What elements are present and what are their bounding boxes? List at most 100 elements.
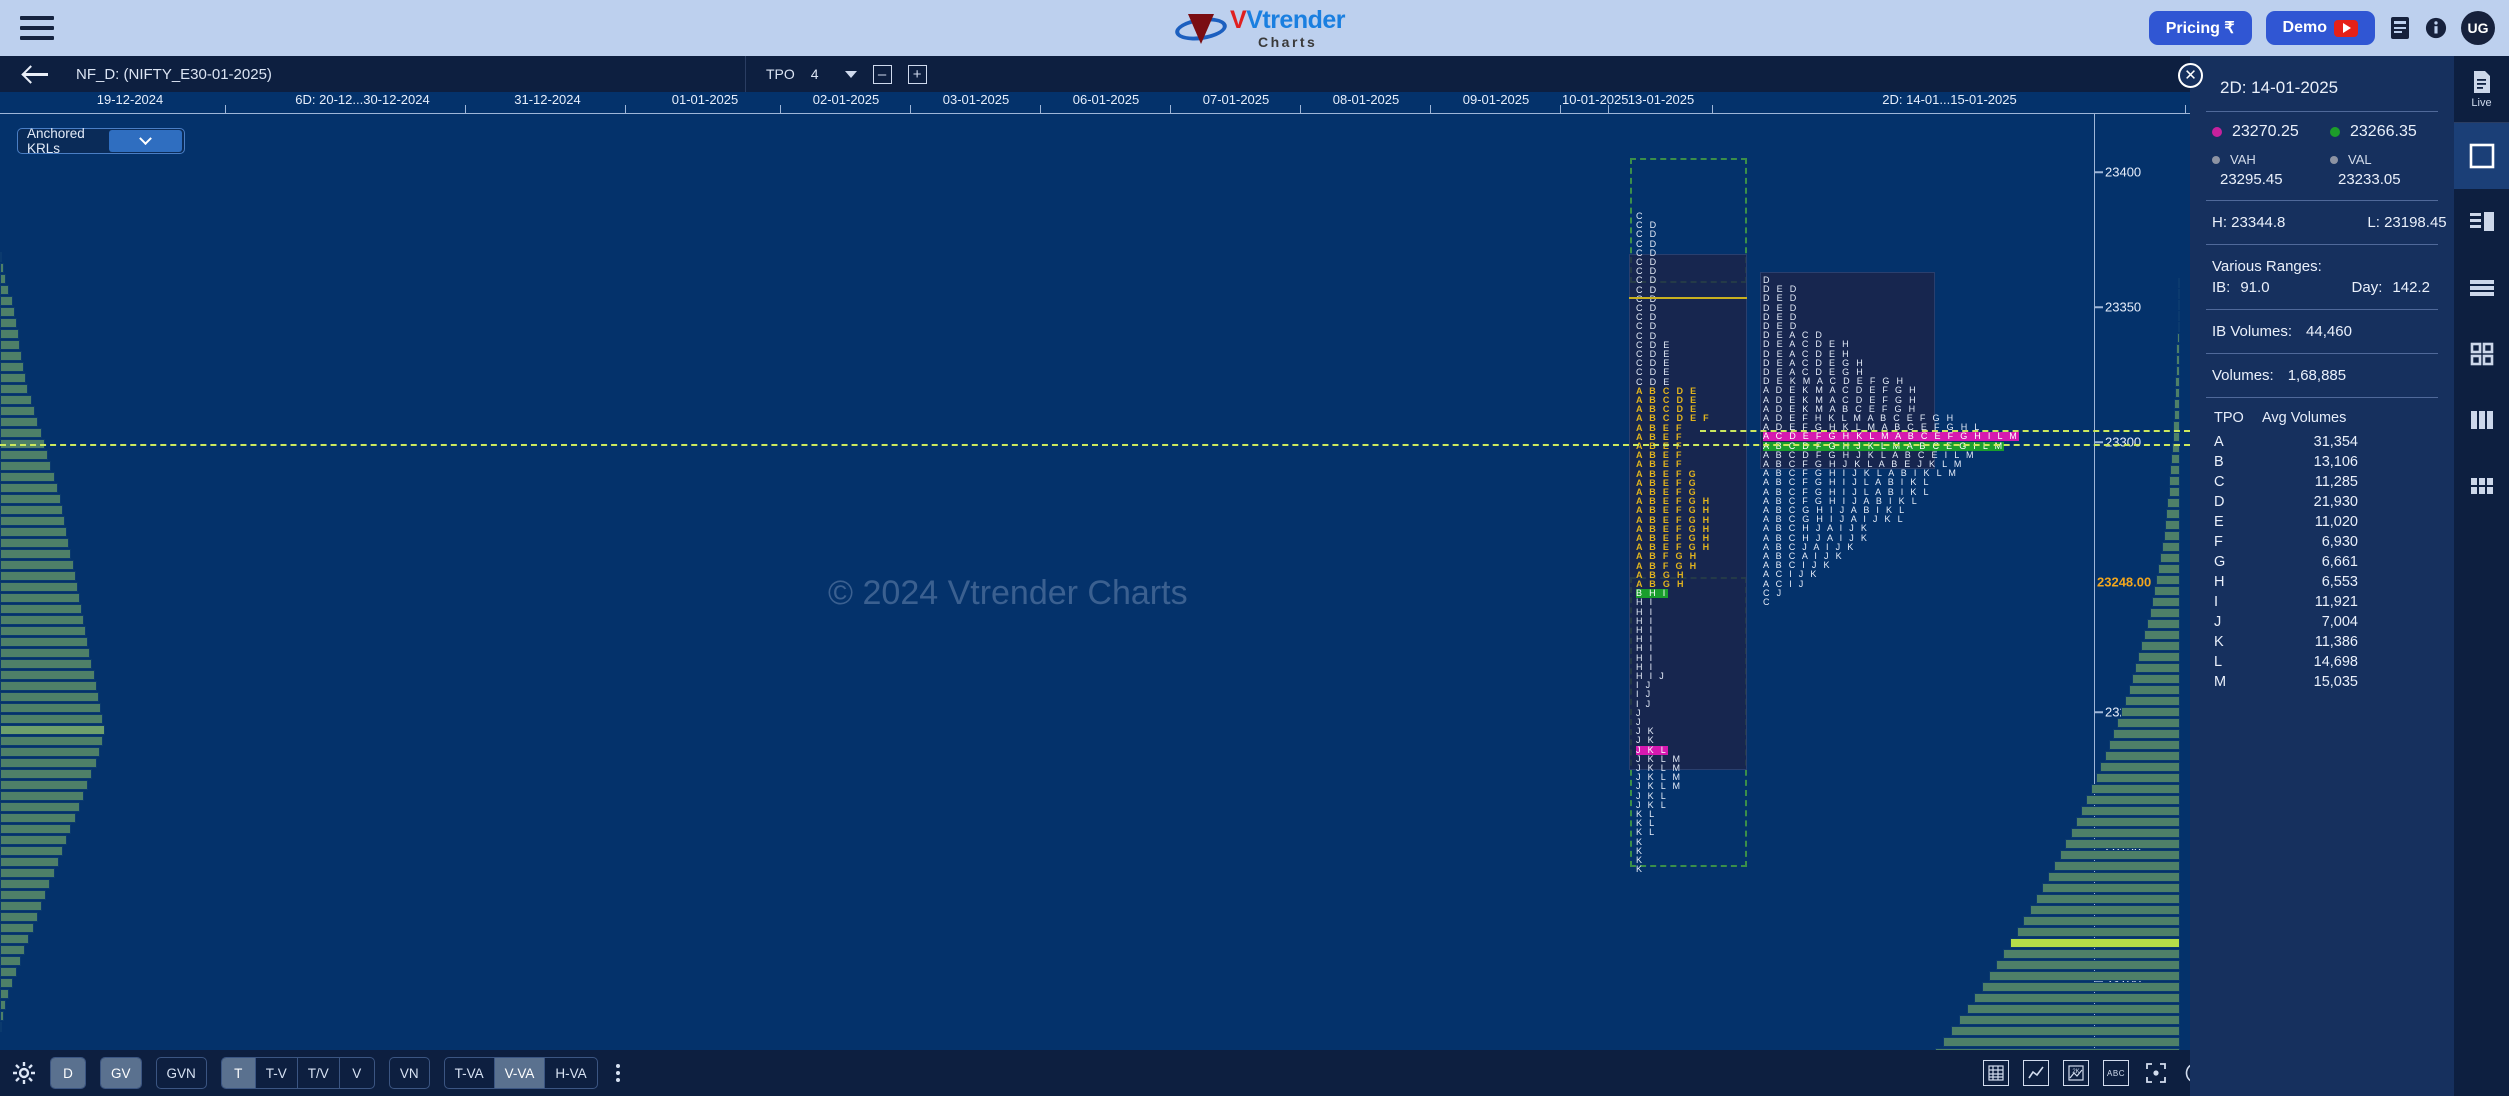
volume-bar bbox=[2029, 905, 2180, 915]
volumes-label: Volumes: bbox=[2212, 367, 2274, 384]
toolbar-button-v-va[interactable]: V-VA bbox=[494, 1058, 546, 1088]
toolbar-button-vn[interactable]: VN bbox=[390, 1058, 429, 1088]
tpo-increase-button[interactable]: + bbox=[907, 64, 927, 84]
layout-single-icon[interactable] bbox=[2454, 123, 2509, 189]
chart-canvas[interactable]: 19-12-2024 6D: 20-12...30-12-2024 31-12-20… bbox=[0, 92, 2190, 1050]
profile-info-panel: ✕ 2D: 14-01-2025 23270.25 23266.35 VAH V… bbox=[2178, 56, 2454, 1096]
symbol-title: NF_D: (NIFTY_E30-01-2025) bbox=[76, 65, 272, 83]
volume-bar bbox=[0, 967, 17, 977]
pricing-button[interactable]: Pricing ₹ bbox=[2148, 11, 2252, 45]
volume-bar bbox=[1959, 1015, 2180, 1025]
settings-gear-icon[interactable] bbox=[12, 1061, 36, 1085]
toolbar-button-t-va[interactable]: T-VA bbox=[445, 1058, 495, 1088]
toolbar-button-gv[interactable]: GV bbox=[101, 1058, 141, 1088]
volume-bar bbox=[0, 329, 19, 339]
tpo-letter: D bbox=[2214, 494, 2225, 510]
notes-icon[interactable] bbox=[2389, 16, 2411, 40]
volume-bar bbox=[0, 483, 58, 493]
layout-columns-icon[interactable] bbox=[2454, 387, 2509, 453]
date-axis-tick: 19-12-2024 bbox=[96, 92, 164, 107]
toolbar-button-h-va[interactable]: H-VA bbox=[545, 1058, 596, 1088]
volume-bar bbox=[2146, 619, 2180, 629]
value-area-high-line bbox=[1700, 430, 2190, 432]
toolbar-button-t-v[interactable]: T-V bbox=[256, 1058, 298, 1088]
bottom-right-icons: 2K ABC bbox=[1983, 1060, 2209, 1086]
krl-label: Anchored KRLs bbox=[27, 126, 85, 156]
low-value: L: 23198.45 bbox=[2367, 214, 2447, 231]
volume-bar bbox=[2154, 586, 2180, 596]
layout-grid4-icon[interactable] bbox=[2454, 321, 2509, 387]
volume-bar bbox=[0, 307, 15, 317]
volume-bar bbox=[0, 769, 93, 779]
volumes-row: Volumes: 1,68,885 bbox=[2190, 354, 2454, 397]
layout-rows-icon[interactable] bbox=[2454, 255, 2509, 321]
tpo-letter: A bbox=[2214, 434, 2224, 450]
table-icon[interactable] bbox=[1983, 1060, 2009, 1086]
date-axis-tick: 02-01-2025 bbox=[812, 92, 880, 107]
toolbar-button-t-v[interactable]: T/V bbox=[298, 1058, 340, 1088]
tpo-volume-row: I 11,921 bbox=[2190, 592, 2454, 612]
poc-value: 23270.25 bbox=[2232, 123, 2299, 140]
user-avatar[interactable]: UG bbox=[2461, 11, 2495, 45]
date-axis-separator bbox=[1040, 105, 1041, 114]
tpo-letter: C bbox=[2214, 474, 2225, 490]
layout-grid6-icon[interactable] bbox=[2454, 453, 2509, 519]
date-axis-tick: 08-01-2025 bbox=[1332, 92, 1400, 107]
toolbar-button-d[interactable]: D bbox=[51, 1058, 85, 1088]
volume-bar bbox=[2164, 520, 2180, 530]
volume-bar bbox=[0, 373, 27, 383]
live-document-icon[interactable]: Live bbox=[2454, 56, 2509, 122]
top-header-bar: VVtrender Charts Pricing ₹ Demo UG bbox=[0, 0, 2509, 56]
volume-bar bbox=[0, 582, 78, 592]
hamburger-menu-icon[interactable] bbox=[20, 16, 54, 40]
snapshot-2k-icon[interactable]: 2K bbox=[2063, 1060, 2089, 1086]
volume-bar bbox=[0, 494, 61, 504]
tpo-value-dropdown[interactable]: 4 bbox=[811, 66, 857, 82]
toolbar-button-gvn[interactable]: GVN bbox=[157, 1058, 206, 1088]
anchored-krls-dropdown[interactable]: Anchored KRLs bbox=[17, 126, 185, 156]
info-icon[interactable] bbox=[2425, 16, 2447, 40]
more-options-icon[interactable] bbox=[615, 1064, 620, 1082]
toolbar-button-t[interactable]: T bbox=[221, 1058, 256, 1088]
toolbar-button-v[interactable]: V bbox=[340, 1058, 374, 1088]
volume-bar bbox=[2163, 531, 2180, 541]
date-axis-tick: 06-01-2025 bbox=[1072, 92, 1140, 107]
volume-bar bbox=[2095, 773, 2180, 783]
volume-bar bbox=[2168, 487, 2180, 497]
ib-volumes-row: IB Volumes: 44,460 bbox=[2190, 310, 2454, 353]
price-axis-marker bbox=[2095, 711, 2103, 713]
volume-bar bbox=[2091, 784, 2180, 794]
tpo-avg-volume: 11,285 bbox=[2314, 474, 2358, 490]
tpo-decrease-button[interactable]: – bbox=[872, 64, 892, 84]
volume-bar bbox=[2010, 938, 2180, 948]
tpo-letter: J bbox=[2214, 614, 2222, 630]
header-actions: Pricing ₹ Demo UG bbox=[2148, 0, 2495, 56]
back-arrow-icon[interactable] bbox=[24, 64, 50, 84]
volume-bar bbox=[0, 395, 32, 405]
tpo-volume-row: D 21,930 bbox=[2190, 492, 2454, 512]
poc-color-dot bbox=[2212, 127, 2222, 137]
line-chart-icon[interactable] bbox=[2023, 1060, 2049, 1086]
abc-icon[interactable]: ABC bbox=[2103, 1060, 2129, 1086]
volume-bar bbox=[2135, 663, 2180, 673]
volume-bar bbox=[2121, 707, 2180, 717]
tpo-avg-volume: 7,004 bbox=[2321, 614, 2358, 630]
volume-bar bbox=[1989, 971, 2180, 981]
close-panel-icon[interactable]: ✕ bbox=[2178, 63, 2203, 88]
tpo-letter: G bbox=[2214, 554, 2226, 570]
tpo-letter: H bbox=[2214, 574, 2225, 590]
ib-volumes-label: IB Volumes: bbox=[2212, 323, 2293, 340]
volume-bar bbox=[2176, 333, 2180, 343]
date-axis-separator bbox=[225, 105, 226, 114]
focus-icon[interactable] bbox=[2143, 1060, 2169, 1086]
layout-sidebar-icon[interactable] bbox=[2454, 189, 2509, 255]
volume-bar bbox=[0, 835, 68, 845]
brand-subtitle: Charts bbox=[1258, 33, 1318, 50]
volume-bar bbox=[2023, 916, 2180, 926]
volume-bar bbox=[2178, 289, 2180, 299]
tpo-volume-row: K 11,386 bbox=[2190, 632, 2454, 652]
volume-bar bbox=[0, 252, 3, 262]
demo-button[interactable]: Demo bbox=[2265, 11, 2375, 45]
ib-volumes-value: 44,460 bbox=[2306, 323, 2352, 340]
chevron-down-icon bbox=[844, 70, 857, 78]
